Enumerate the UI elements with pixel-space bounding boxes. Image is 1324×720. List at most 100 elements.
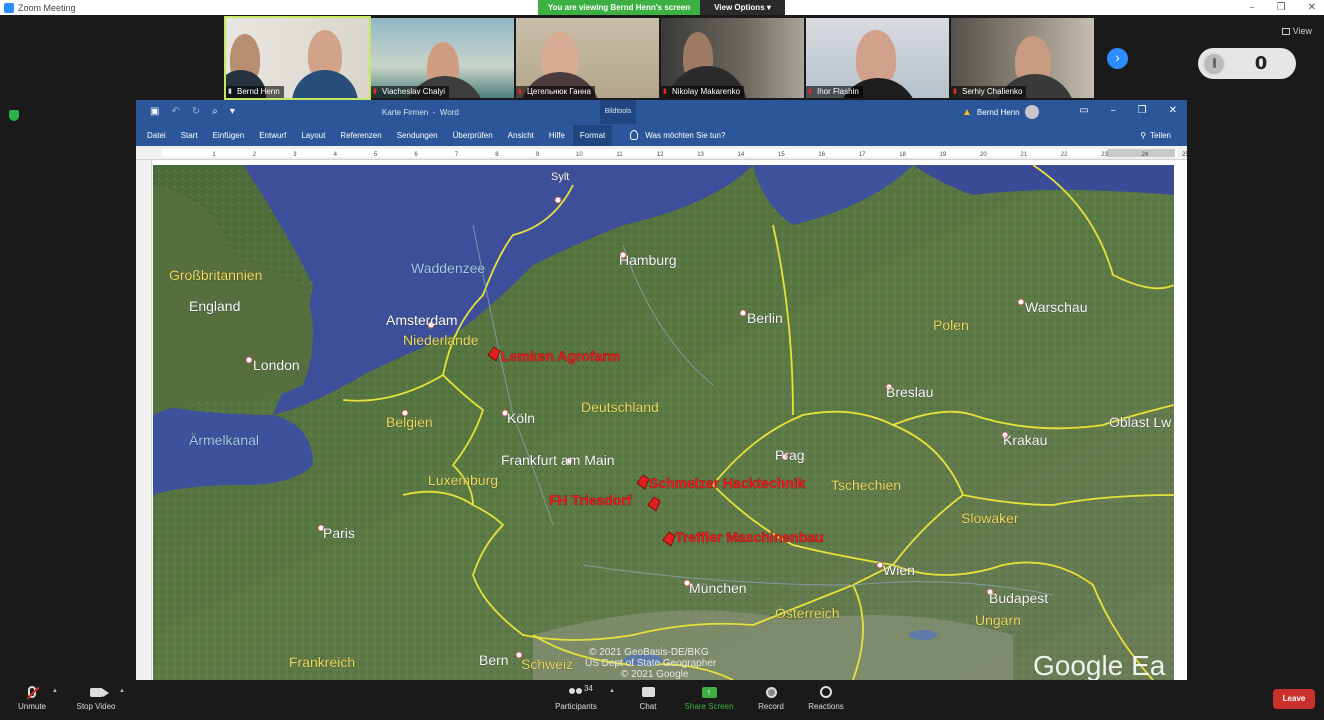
participant-name-tag: ▮ Serhiy Chalienko <box>951 86 1027 98</box>
tab-datei[interactable]: Datei <box>147 131 166 140</box>
leave-button[interactable]: Leave <box>1273 689 1315 709</box>
place-label-england: England <box>189 298 240 314</box>
participant-tile[interactable]: ▮ Ihor Flashin <box>806 18 949 98</box>
participant-tile[interactable]: ▮ Nikolay Makarenko <box>661 18 804 98</box>
ruler-number: 8 <box>495 152 499 158</box>
attribution-usdos: US Dept of State Geographer <box>585 658 717 669</box>
city-dot <box>739 309 747 317</box>
place-label-grossbritannien: Großbritannien <box>169 267 262 283</box>
place-label-wien: Wien <box>883 562 915 578</box>
place-label-hamburg: Hamburg <box>619 252 677 268</box>
tab-einfuegen[interactable]: Einfügen <box>213 131 245 140</box>
tab-referenzen[interactable]: Referenzen <box>340 131 381 140</box>
ruler-number: 1 <box>212 152 216 158</box>
attribution-google: © 2021 Google <box>621 669 689 680</box>
grid-icon <box>1281 27 1290 35</box>
print-preview-icon[interactable]: ⌕ <box>212 106 218 117</box>
undo-icon[interactable]: ↶ <box>171 106 179 117</box>
place-label-aermelkanal: Ärmelkanal <box>189 432 259 448</box>
place-label-luxemburg: Luxemburg <box>428 472 498 488</box>
participant-tile[interactable]: ▮ Serhiy Chalienko <box>951 18 1094 98</box>
mic-muted-icon: ▮ <box>808 88 812 95</box>
document-title: Karte Firmen - Word <box>382 108 459 117</box>
record-icon <box>765 686 777 698</box>
ribbon-display-icon[interactable]: ▭ <box>1079 105 1088 116</box>
close-icon[interactable]: ✕ <box>1169 105 1177 116</box>
shared-word-window: ▣ ↶ ↻ ⌕ ▾ Karte Firmen - Word Bildtools … <box>136 100 1187 680</box>
save-icon[interactable]: ▣ <box>150 106 159 117</box>
ruler-number: 24 <box>1142 152 1149 158</box>
video-camera-icon <box>89 687 109 697</box>
audio-options-caret-icon[interactable]: ▲ <box>52 688 58 694</box>
tab-ansicht[interactable]: Ansicht <box>508 131 534 140</box>
participants-caret-icon[interactable]: ▲ <box>609 688 615 694</box>
next-page-button[interactable]: › <box>1107 48 1128 69</box>
view-options-button[interactable]: View Options ▾ <box>700 0 785 15</box>
share-screen-button[interactable]: ↑ Share Screen <box>682 684 736 711</box>
ruler-number: 4 <box>334 152 338 158</box>
chat-button[interactable]: Chat <box>634 684 662 711</box>
place-label-deutschland: Deutschland <box>581 399 659 415</box>
lake-balaton <box>909 630 937 640</box>
view-button[interactable]: View <box>1281 26 1312 36</box>
mic-muted-icon: ▮ <box>373 88 377 95</box>
record-button[interactable]: Record <box>754 684 788 711</box>
ruler-number: 14 <box>738 152 745 158</box>
place-label-schweiz: Schweiz <box>521 656 573 672</box>
stop-video-button[interactable]: Stop Video <box>73 684 119 711</box>
tab-start[interactable]: Start <box>181 131 198 140</box>
ruler-number: 23 <box>1101 152 1108 158</box>
counter-widget[interactable]: 0 <box>1198 48 1296 79</box>
ruler-number: 12 <box>657 152 664 158</box>
participant-tile[interactable]: ▮ Viacheslav Chalyi <box>371 18 514 98</box>
place-label-berlin: Berlin <box>747 310 783 326</box>
restore-icon[interactable]: ❐ <box>1277 0 1286 15</box>
ruler-number: 25 <box>1182 152 1187 158</box>
account-area[interactable]: ▲ Bernd Henn <box>962 105 1039 119</box>
share-button[interactable]: ⚲ Teilen <box>1140 131 1171 140</box>
minimize-icon[interactable]: – <box>1111 105 1116 116</box>
participant-name-tag: ▮ Цегельнюк Ганна <box>516 86 595 98</box>
qat-dropdown-icon[interactable]: ▾ <box>230 106 235 117</box>
place-label-ungarn: Ungarn <box>975 612 1021 628</box>
encryption-shield-icon[interactable] <box>9 110 19 121</box>
participants-icon <box>568 687 584 697</box>
reactions-button[interactable]: Reactions <box>806 684 846 711</box>
tab-entwurf[interactable]: Entwurf <box>259 131 286 140</box>
participant-tile[interactable]: ▮ Bernd Henn <box>224 16 371 100</box>
participants-button[interactable]: 34 Participants <box>552 684 600 711</box>
ruler-ticks: 1 2 3 4 5 6 7 8 9 10 11 12 13 14 15 16 17 18 19 20 21 22 23 24 2… <box>212 152 1187 158</box>
minimize-icon[interactable]: – <box>1250 0 1255 15</box>
ruler-number: 13 <box>697 152 704 158</box>
place-label-tschechien: Tschechien <box>831 477 901 493</box>
participant-name: Ihor Flashin <box>817 87 859 96</box>
quick-access-toolbar: ▣ ↶ ↻ ⌕ ▾ <box>150 106 235 117</box>
place-label-slowakei: Slowaker <box>961 510 1019 526</box>
video-options-caret-icon[interactable]: ▲ <box>119 688 125 694</box>
tab-sendungen[interactable]: Sendungen <box>397 131 438 140</box>
participant-count: 34 <box>584 684 593 693</box>
restore-icon[interactable]: ❐ <box>1138 105 1147 116</box>
ruler-number: 10 <box>576 152 583 158</box>
ruler-number: 2 <box>253 152 257 158</box>
mic-muted-icon: ▮ <box>953 88 957 95</box>
redo-icon[interactable]: ↻ <box>192 106 200 117</box>
tab-layout[interactable]: Layout <box>301 131 325 140</box>
ruler-number: 15 <box>778 152 785 158</box>
tab-hilfe[interactable]: Hilfe <box>549 131 565 140</box>
chat-icon <box>641 687 655 697</box>
ruler-number: 3 <box>293 152 297 158</box>
vertical-ruler[interactable] <box>136 160 152 680</box>
unmute-button[interactable]: Unmute <box>14 684 50 711</box>
horizontal-ruler[interactable]: 1 2 3 4 5 6 7 8 9 10 11 12 13 14 15 16 17 18 19 20 21 22 23 24 2… <box>136 146 1187 160</box>
participant-tile[interactable]: ▮ Цегельнюк Ганна <box>516 18 659 98</box>
stop-video-label: Stop Video <box>76 702 116 711</box>
place-label-london: London <box>253 357 300 373</box>
close-icon[interactable]: ✕ <box>1308 0 1316 15</box>
tab-ueberpruefen[interactable]: Überprüfen <box>453 131 493 140</box>
person-icon: ⚲ <box>1140 130 1147 140</box>
tab-format[interactable]: Format <box>572 124 613 146</box>
place-label-breslau: Breslau <box>886 384 933 400</box>
map-image[interactable]: Sylt Hamburg Berlin Warschau Großbritann… <box>153 165 1174 680</box>
tell-me-search[interactable]: Was möchten Sie tun? <box>630 130 725 140</box>
